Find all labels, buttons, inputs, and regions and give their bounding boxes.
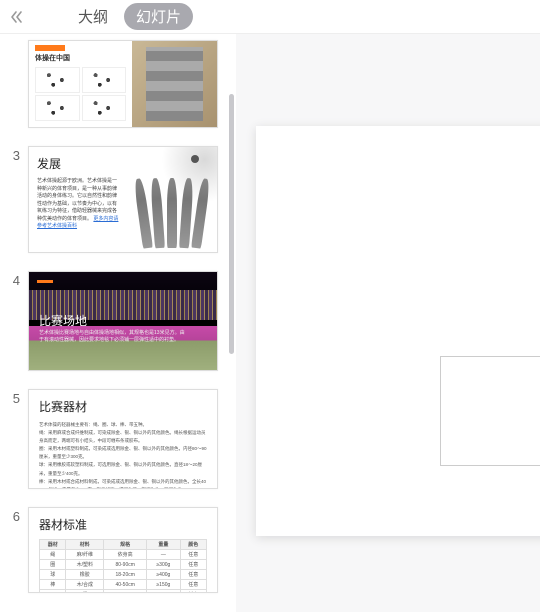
table-cell: — — [104, 590, 147, 594]
slide-content: 体操在中国 — [29, 41, 132, 127]
table-cell: 绳 — [40, 550, 66, 560]
app-root: 大纲 幻灯片 体操在中国 — [0, 0, 540, 612]
table-header-row: 器材 材料 规格 重量 颜色 — [40, 540, 207, 550]
illustration — [82, 95, 127, 121]
col-header: 材料 — [66, 540, 104, 550]
table-row: 棒木/合成40-50cm≥150g任意 — [40, 580, 207, 590]
thumbnail-row: 体操在中国 — [0, 40, 236, 128]
table-cell: 任意 — [180, 560, 207, 570]
table-cell: 木/塑料 — [66, 560, 104, 570]
slide-body: 艺术体操比赛场地与自由体操场地相似，其规格也是13米见方。由于有滚动性器械，因此… — [39, 330, 187, 344]
slide-thumbnail-2[interactable]: 体操在中国 — [28, 40, 218, 128]
body-line: 球：采用橡胶或软塑料制成，可选用除金、银、铜以外的其他颜色，直径18～20厘米，… — [39, 461, 207, 477]
table-cell: — — [147, 590, 180, 594]
figure — [150, 178, 165, 249]
col-header: 重量 — [147, 540, 180, 550]
slide-number: 3 — [0, 146, 28, 163]
thumbnail-row: 4 比赛场地 艺术体操比赛场地与自由体操场地相似，其规格也是13米见方。由于有滚… — [0, 271, 236, 371]
illustration-grid — [35, 67, 126, 121]
body-line: 绳：采用麻或合成纤维制成，可染成除金、银、铜以外的其他颜色。绳长根据运动员身高而… — [39, 429, 207, 445]
table-cell: 任意 — [180, 550, 207, 560]
header-bar: 大纲 幻灯片 — [0, 0, 540, 34]
col-header: 器材 — [40, 540, 66, 550]
thumbnail-row: 6 器材标准 器材 材料 规格 重量 颜色 绳麻/纤维依身高—任意圈木/塑料80 — [0, 507, 236, 593]
table-cell: 橡胶 — [66, 570, 104, 580]
view-tabs: 大纲 幻灯片 — [66, 3, 193, 30]
slide-thumbnail-4[interactable]: 比赛场地 艺术体操比赛场地与自由体操场地相似，其规格也是13米见方。由于有滚动性… — [28, 271, 218, 371]
slide-number: 5 — [0, 389, 28, 406]
slide-title: 器材标准 — [39, 516, 207, 533]
table-cell: 80-90cm — [104, 560, 147, 570]
body: 体操在中国 3 — [0, 34, 540, 612]
slide-title: 发展 — [37, 155, 119, 172]
table-cell: 依身高 — [104, 550, 147, 560]
table-cell: 圈 — [40, 560, 66, 570]
table-cell: 缎 — [66, 590, 104, 594]
illustration — [82, 67, 127, 93]
table-cell: 球 — [40, 570, 66, 580]
table-cell: ≥150g — [147, 580, 180, 590]
table-row: 带缎——任意 — [40, 590, 207, 594]
col-header: 颜色 — [180, 540, 207, 550]
photo-placeholder — [132, 41, 217, 127]
tab-slides[interactable]: 幻灯片 — [124, 3, 193, 30]
slide-content: 发展 艺术体操起源于欧洲。艺术体操是一种新兴的体育项目，是一种从事韵律活动的身体… — [29, 147, 127, 252]
slide-thumbnail-panel: 体操在中国 3 — [0, 34, 236, 612]
table-cell: — — [147, 550, 180, 560]
slide-body: 艺术体操起源于欧洲。艺术体操是一种新兴的体育项目，是一种从事韵律活动的身体练习。… — [37, 178, 119, 231]
equipment-table: 器材 材料 规格 重量 颜色 绳麻/纤维依身高—任意圈木/塑料80-90cm≥3… — [39, 539, 207, 593]
table-cell: 18-20cm — [104, 570, 147, 580]
slide-thumbnail-5[interactable]: 比赛器材 艺术体操的轻器械主要有：绳、圈、球、棒、带五种。 绳：采用麻或合成纤维… — [28, 389, 218, 489]
collapse-panel-button[interactable] — [6, 6, 28, 28]
illustration — [35, 95, 80, 121]
ball-icon — [191, 155, 199, 163]
table-cell: 任意 — [180, 570, 207, 580]
thumbnail-list[interactable]: 体操在中国 3 — [0, 34, 236, 612]
content-placeholder[interactable] — [440, 356, 540, 466]
slide-canvas-area[interactable] — [236, 34, 540, 612]
slide-title: 比赛器材 — [39, 398, 207, 415]
table-cell: 木/合成 — [66, 580, 104, 590]
body-line: 圈：采用木材或塑料制成，可染成或选用除金、银、铜以外的其他颜色，内径80～90厘… — [39, 445, 207, 461]
body-line: 棒：采用木材或合成材料制成，可染成或选用除金、银、铜以外的其他颜色，全长40～5… — [39, 478, 207, 489]
slide-number: 6 — [0, 507, 28, 524]
table-cell: 任意 — [180, 590, 207, 594]
table-cell: ≥400g — [147, 570, 180, 580]
slide-title: 比赛场地 — [39, 312, 87, 329]
tab-outline[interactable]: 大纲 — [66, 3, 120, 30]
table-cell: 40-50cm — [104, 580, 147, 590]
illustration — [35, 67, 80, 93]
table-row: 球橡胶18-20cm≥400g任意 — [40, 570, 207, 580]
thumbnail-row: 5 比赛器材 艺术体操的轻器械主要有：绳、圈、球、棒、带五种。 绳：采用麻或合成… — [0, 389, 236, 489]
slide-thumbnail-3[interactable]: 发展 艺术体操起源于欧洲。艺术体操是一种新兴的体育项目，是一种从事韵律活动的身体… — [28, 146, 218, 253]
slide-thumbnail-6[interactable]: 器材标准 器材 材料 规格 重量 颜色 绳麻/纤维依身高—任意圈木/塑料80-9… — [28, 507, 218, 593]
scrollbar-thumb[interactable] — [229, 94, 234, 354]
slide-number: 4 — [0, 271, 28, 288]
figure — [167, 178, 177, 248]
accent-bar — [37, 280, 53, 283]
table-row: 绳麻/纤维依身高—任意 — [40, 550, 207, 560]
thumbnail-row: 3 发展 艺术体操起源于欧洲。艺术体操是一种新兴的体育项目，是一种从事韵律活动的… — [0, 146, 236, 253]
figure — [191, 178, 211, 249]
photo-placeholder — [127, 147, 217, 252]
col-header: 规格 — [104, 540, 147, 550]
table-cell: ≥300g — [147, 560, 180, 570]
table-row: 圈木/塑料80-90cm≥300g任意 — [40, 560, 207, 570]
current-slide-canvas[interactable] — [256, 126, 540, 536]
accent-bar — [35, 45, 65, 51]
thumbnail-scrollbar[interactable] — [229, 94, 234, 394]
slide-number — [0, 40, 28, 42]
figure — [133, 178, 153, 249]
table-cell: 棒 — [40, 580, 66, 590]
table-cell: 任意 — [180, 580, 207, 590]
table-cell: 麻/纤维 — [66, 550, 104, 560]
slide-title: 体操在中国 — [35, 53, 126, 63]
body-line: 艺术体操的轻器械主要有：绳、圈、球、棒、带五种。 — [39, 421, 207, 429]
table-cell: 带 — [40, 590, 66, 594]
